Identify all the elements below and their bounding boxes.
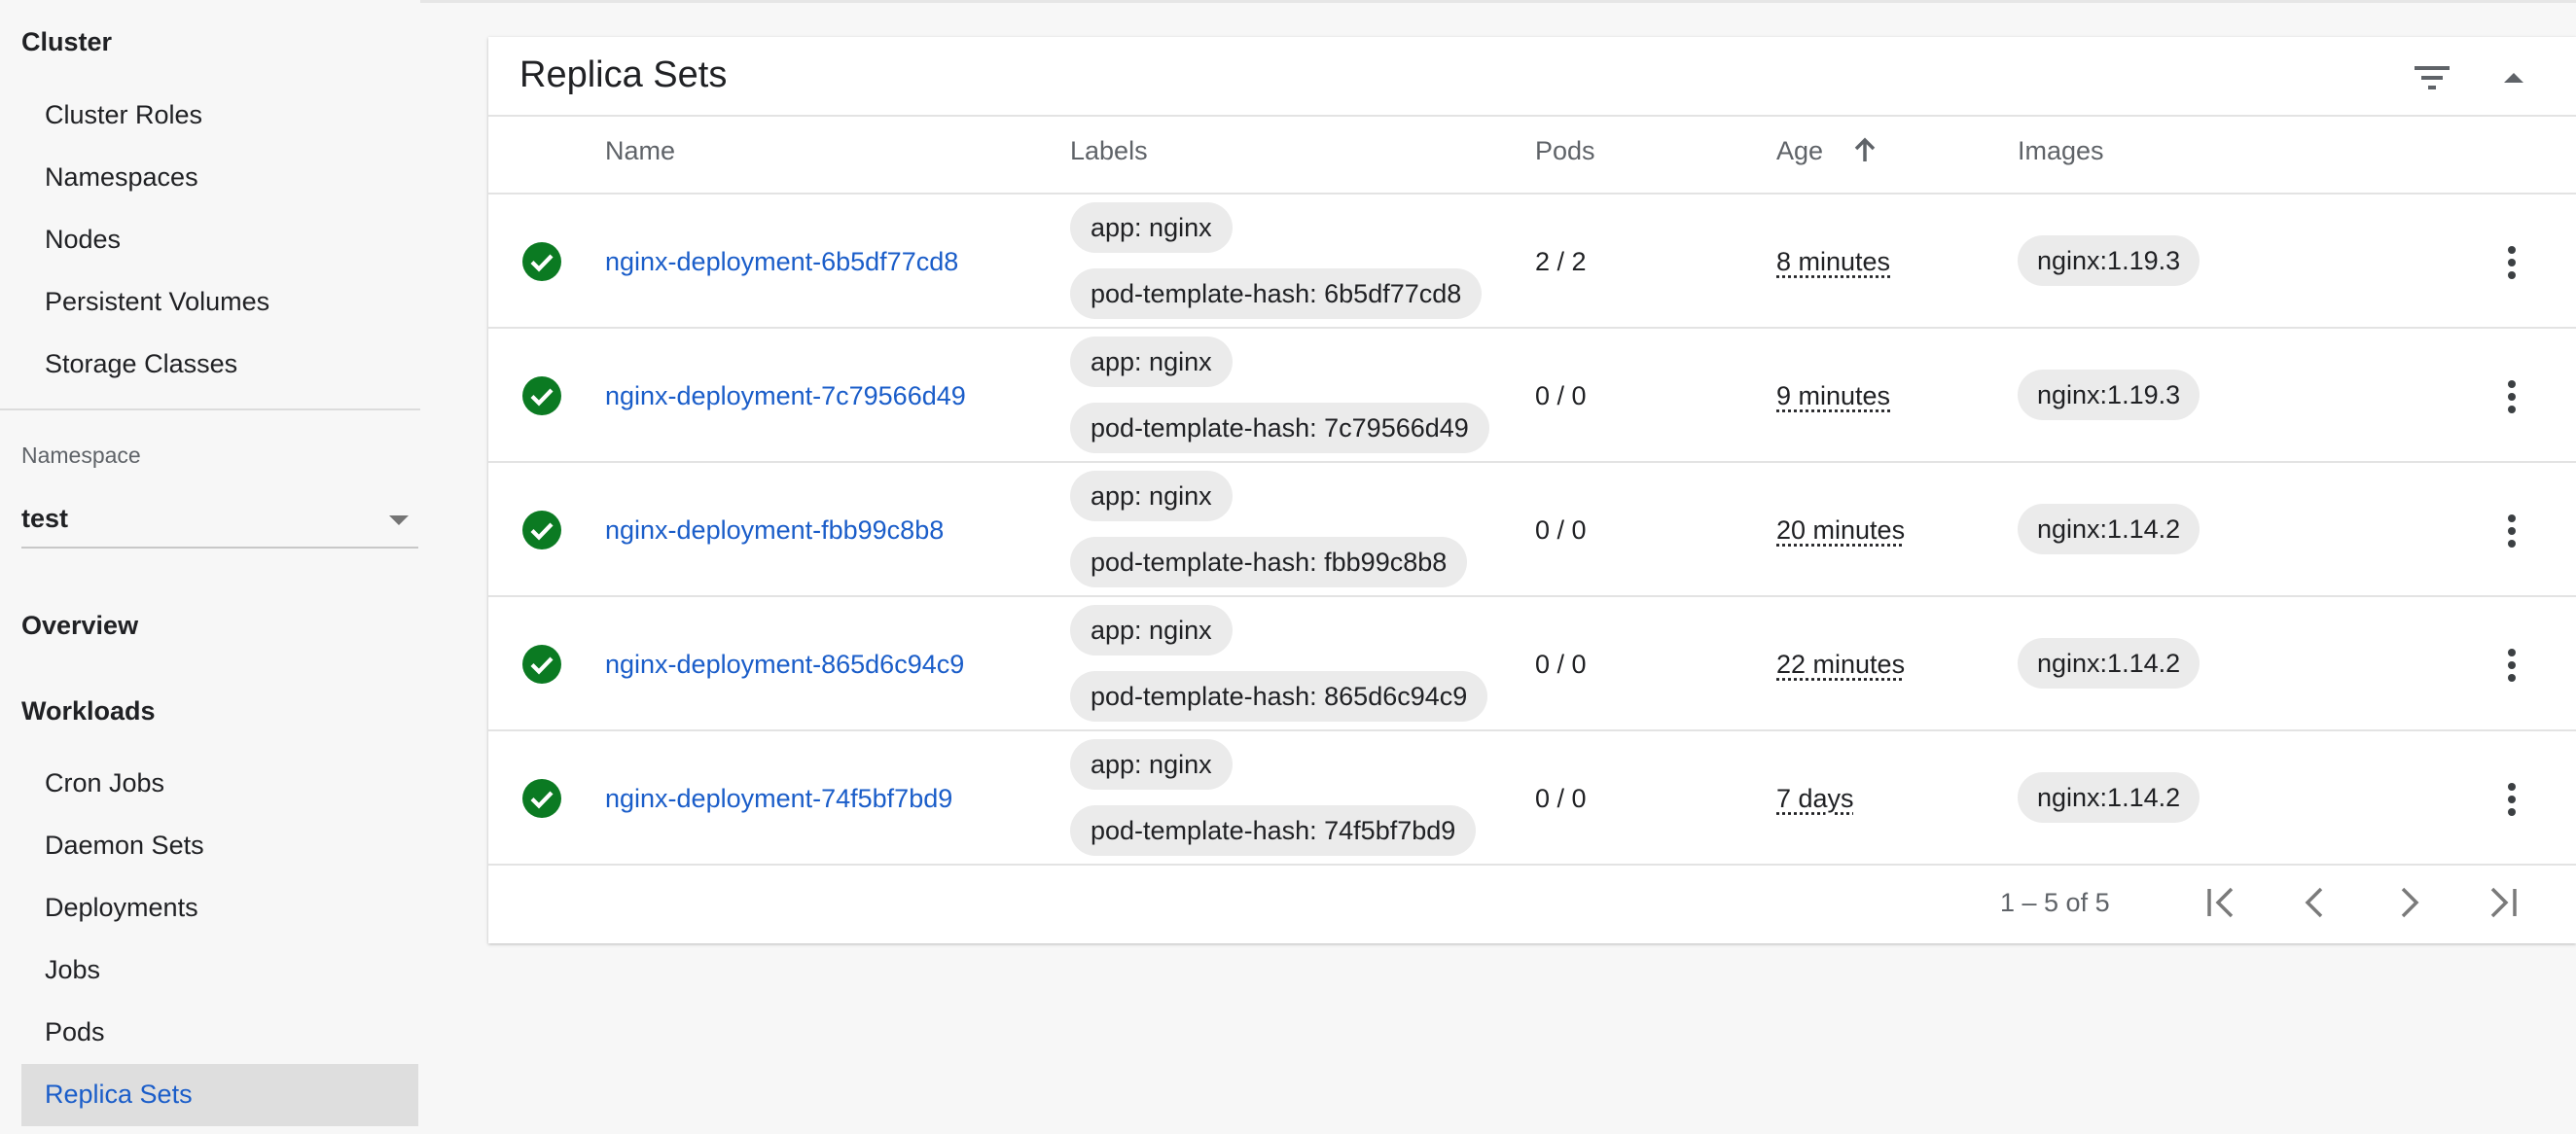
check-circle-icon (522, 242, 561, 281)
collapse-icon[interactable] (2490, 58, 2537, 97)
sidebar-divider (0, 408, 420, 410)
sidebar-item-pods[interactable]: Pods (45, 1017, 105, 1047)
column-header-age[interactable]: Age (1776, 136, 1823, 166)
age-value: 7 days (1776, 784, 1854, 813)
pods-count: 2 / 2 (1535, 247, 1587, 276)
more-vert-icon[interactable] (2492, 241, 2531, 284)
sidebar-heading-cluster: Cluster (21, 27, 113, 56)
label-chip: pod-template-hash: 74f5bf7bd9 (1070, 805, 1477, 856)
sidebar-item-storage-classes[interactable]: Storage Classes (45, 349, 237, 379)
dropdown-caret-icon (389, 515, 409, 525)
label-chip: app: nginx (1070, 605, 1233, 656)
sidebar-item-daemon-sets[interactable]: Daemon Sets (45, 831, 204, 861)
sidebar-item-replica-sets[interactable]: Replica Sets (45, 1080, 193, 1110)
label-chip: pod-template-hash: 6b5df77cd8 (1070, 268, 1483, 319)
sidebar-item-overview[interactable]: Overview (21, 611, 138, 641)
image-chip: nginx:1.19.3 (2018, 235, 2200, 286)
replica-set-name-link[interactable]: nginx-deployment-fbb99c8b8 (605, 515, 944, 546)
more-vert-icon[interactable] (2492, 510, 2531, 552)
check-circle-icon (522, 511, 561, 549)
age-value: 22 minutes (1776, 650, 1906, 679)
column-header-images: Images (2018, 136, 2104, 165)
pagination-range: 1 – 5 of 5 (2000, 888, 2110, 917)
sidebar-item-namespaces[interactable]: Namespaces (45, 162, 198, 193)
replica-sets-card: Replica Sets Name Labels Pods Age Images… (488, 37, 2576, 943)
column-header-name[interactable]: Name (605, 136, 675, 166)
first-page-icon[interactable] (2200, 879, 2243, 926)
sidebar-item-deployments[interactable]: Deployments (45, 893, 198, 923)
last-page-icon[interactable] (2481, 879, 2523, 926)
column-header-pods: Pods (1535, 136, 1595, 165)
label-chip: pod-template-hash: 7c79566d49 (1070, 403, 1489, 453)
age-value: 8 minutes (1776, 247, 1891, 276)
chevron-right-icon[interactable] (2387, 879, 2430, 926)
chevron-left-icon[interactable] (2294, 879, 2337, 926)
label-chip: app: nginx (1070, 202, 1233, 253)
check-circle-icon (522, 645, 561, 684)
label-chip: app: nginx (1070, 337, 1233, 387)
label-chip: app: nginx (1070, 739, 1233, 790)
image-chip: nginx:1.14.2 (2018, 772, 2200, 823)
sidebar-item-nodes[interactable]: Nodes (45, 225, 121, 255)
column-header-labels: Labels (1070, 136, 1148, 165)
replica-set-name-link[interactable]: nginx-deployment-865d6c94c9 (605, 650, 964, 680)
label-chip: app: nginx (1070, 471, 1233, 521)
footer-divider (488, 864, 2576, 866)
sidebar-item-cron-jobs[interactable]: Cron Jobs (45, 768, 164, 798)
image-chip: nginx:1.14.2 (2018, 504, 2200, 554)
table-row: nginx-deployment-865d6c94c9 app: nginx p… (488, 595, 2576, 731)
replica-set-name-link[interactable]: nginx-deployment-6b5df77cd8 (605, 247, 958, 277)
pods-count: 0 / 0 (1535, 381, 1587, 410)
table-row: nginx-deployment-6b5df77cd8 app: nginx p… (488, 193, 2576, 329)
sidebar: Cluster Cluster Roles Namespaces Nodes P… (0, 0, 420, 1134)
pods-count: 0 / 0 (1535, 515, 1587, 545)
image-chip: nginx:1.19.3 (2018, 370, 2200, 420)
table-row: nginx-deployment-fbb99c8b8 app: nginx po… (488, 461, 2576, 597)
more-vert-icon[interactable] (2492, 644, 2531, 687)
sidebar-item-cluster-roles[interactable]: Cluster Roles (45, 100, 202, 130)
sidebar-item-jobs[interactable]: Jobs (45, 955, 100, 985)
sidebar-heading-workloads[interactable]: Workloads (21, 696, 156, 726)
label-chip: pod-template-hash: fbb99c8b8 (1070, 537, 1468, 587)
namespace-select[interactable]: test (21, 490, 418, 549)
replica-set-name-link[interactable]: nginx-deployment-74f5bf7bd9 (605, 784, 952, 814)
pods-count: 0 / 0 (1535, 784, 1587, 813)
namespace-label: Namespace (21, 443, 141, 468)
header-divider (488, 115, 2576, 117)
filter-icon[interactable] (2409, 58, 2455, 97)
replica-set-name-link[interactable]: nginx-deployment-7c79566d49 (605, 381, 966, 411)
image-chip: nginx:1.14.2 (2018, 638, 2200, 689)
age-value: 20 minutes (1776, 515, 1906, 545)
table-row: nginx-deployment-74f5bf7bd9 app: nginx p… (488, 729, 2576, 866)
sidebar-item-persistent-volumes[interactable]: Persistent Volumes (45, 287, 269, 317)
pods-count: 0 / 0 (1535, 650, 1587, 679)
check-circle-icon (522, 779, 561, 818)
check-circle-icon (522, 376, 561, 415)
card-title: Replica Sets (519, 54, 728, 95)
age-value: 9 minutes (1776, 381, 1891, 410)
sort-arrow-up-icon[interactable] (1850, 134, 1879, 167)
table-row: nginx-deployment-7c79566d49 app: nginx p… (488, 327, 2576, 463)
more-vert-icon[interactable] (2492, 375, 2531, 418)
more-vert-icon[interactable] (2492, 778, 2531, 821)
label-chip: pod-template-hash: 865d6c94c9 (1070, 671, 1488, 722)
namespace-value: test (21, 504, 69, 533)
